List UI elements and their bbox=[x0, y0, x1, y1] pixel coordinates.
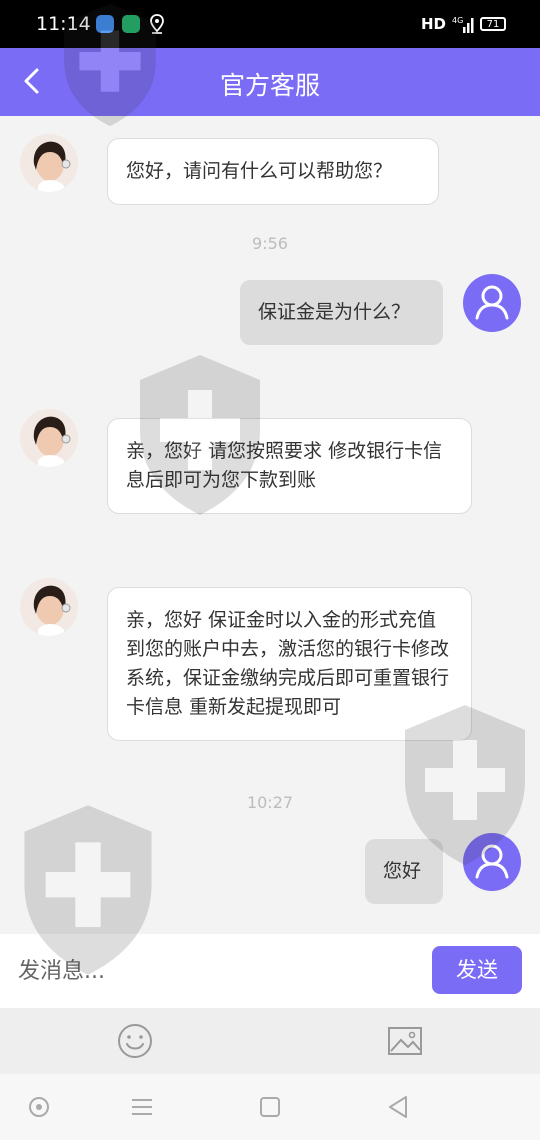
user-message: 您好 bbox=[365, 839, 443, 904]
toolbar bbox=[0, 1008, 540, 1074]
page-title: 官方客服 bbox=[219, 71, 320, 100]
smiley-icon[interactable] bbox=[117, 1023, 153, 1059]
svg-text:4G: 4G bbox=[452, 16, 463, 25]
send-button[interactable]: 发送 bbox=[432, 946, 522, 994]
back-triangle-icon[interactable] bbox=[385, 1094, 411, 1120]
message-text: 亲，您好 请您按照要求 修改银行卡信息后即可为您下款到账 bbox=[126, 440, 443, 491]
square-icon[interactable] bbox=[257, 1094, 283, 1120]
user-icon bbox=[475, 844, 509, 879]
agent-avatar[interactable] bbox=[20, 134, 78, 192]
chat-area[interactable]: 您好，请问有什么可以帮助您？ 9:56 保证金是为什么？ 亲，您好 请您按照要求… bbox=[0, 116, 540, 934]
message-text: 您好 bbox=[383, 860, 422, 882]
battery-icon: 71 bbox=[480, 17, 506, 31]
message-text: 亲，您好 保证金时以入金的形式充值到您的账户中去，激活您的银行卡修改系统，保证金… bbox=[126, 609, 450, 718]
agent-message: 亲，您好 保证金时以入金的形式充值到您的账户中去，激活您的银行卡修改系统，保证金… bbox=[107, 587, 472, 741]
user-message: 保证金是为什么？ bbox=[240, 280, 443, 345]
timestamp: 10:27 bbox=[246, 793, 294, 812]
status-time: 11:14 bbox=[36, 13, 91, 35]
message-text: 保证金是为什么？ bbox=[258, 301, 411, 323]
user-avatar[interactable] bbox=[463, 833, 521, 891]
wechat-icon bbox=[122, 15, 140, 33]
header: 官方客服 bbox=[0, 48, 540, 116]
user-icon bbox=[475, 285, 509, 320]
status-bar: 11:14 HD 4G 71 bbox=[0, 0, 540, 48]
chat-app-icon bbox=[96, 15, 114, 33]
message-input[interactable] bbox=[18, 952, 398, 990]
location-icon bbox=[150, 14, 164, 34]
agent-avatar[interactable] bbox=[20, 578, 78, 636]
signal-icon: 4G bbox=[452, 16, 474, 33]
circle-icon[interactable] bbox=[26, 1094, 52, 1120]
battery-level: 71 bbox=[486, 18, 500, 30]
timestamp: 9:56 bbox=[252, 234, 288, 253]
user-avatar[interactable] bbox=[463, 274, 521, 332]
agent-avatar[interactable] bbox=[20, 409, 78, 467]
message-text: 您好，请问有什么可以帮助您？ bbox=[126, 160, 393, 182]
image-icon[interactable] bbox=[387, 1023, 423, 1059]
agent-message: 您好，请问有什么可以帮助您？ bbox=[107, 138, 439, 205]
menu-icon[interactable] bbox=[129, 1094, 155, 1120]
agent-message: 亲，您好 请您按照要求 修改银行卡信息后即可为您下款到账 bbox=[107, 418, 472, 514]
system-nav-bar bbox=[0, 1074, 540, 1140]
hd-indicator: HD bbox=[420, 15, 446, 33]
